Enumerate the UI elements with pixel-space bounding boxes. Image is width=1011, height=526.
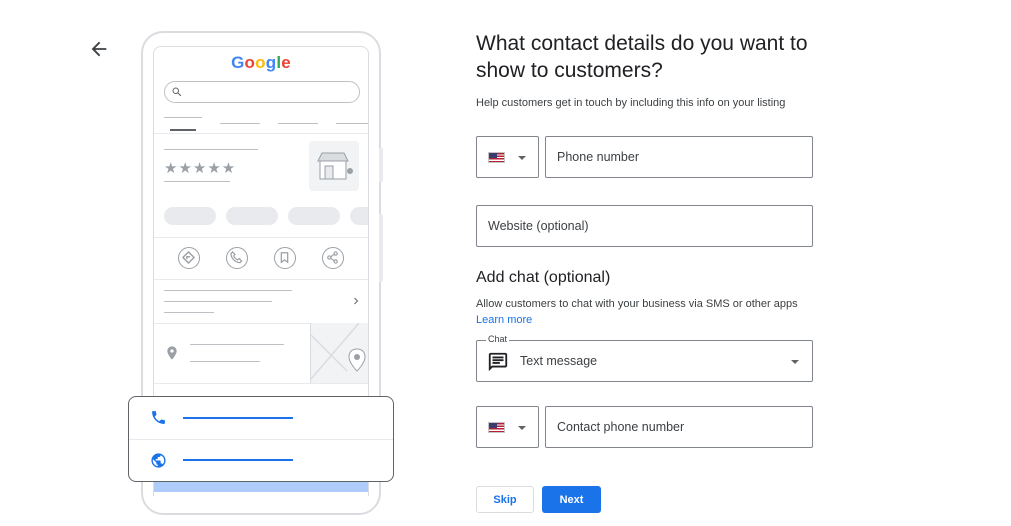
illustration-blue-bar xyxy=(154,482,368,492)
learn-more-link[interactable]: Learn more xyxy=(476,314,532,326)
contact-country-code-select[interactable] xyxy=(476,406,539,448)
us-flag-icon xyxy=(488,152,505,163)
map-thumbnail xyxy=(310,322,368,383)
message-icon xyxy=(488,352,508,372)
chevron-down-icon xyxy=(518,156,526,160)
phone-number-field[interactable]: Phone number xyxy=(545,136,813,178)
rating-stars: ★★★★★ xyxy=(164,160,237,177)
page-subtitle: Help customers get in touch by including… xyxy=(476,97,786,109)
bookmark-icon xyxy=(274,247,296,269)
website-field[interactable]: Website (optional) xyxy=(476,205,813,247)
directions-icon xyxy=(178,247,200,269)
chevron-right-icon xyxy=(354,297,359,305)
chat-type-select[interactable]: Chat Text message xyxy=(476,334,813,382)
globe-icon xyxy=(151,453,166,468)
phone-side-button xyxy=(379,214,383,282)
phone-icon xyxy=(152,411,165,424)
next-button[interactable]: Next xyxy=(542,486,601,513)
country-code-select[interactable] xyxy=(476,136,539,178)
phone-icon xyxy=(226,247,248,269)
phone-side-button xyxy=(379,148,383,182)
chat-section-description: Allow customers to chat with your busine… xyxy=(476,298,798,310)
location-pin-icon xyxy=(167,346,177,360)
us-flag-icon xyxy=(488,422,505,433)
chat-section-heading: Add chat (optional) xyxy=(476,269,611,286)
contact-card-illustration xyxy=(128,396,394,482)
page-title: What contact details do you want to show… xyxy=(476,32,808,82)
storefront-icon xyxy=(309,141,359,191)
google-logo: Google xyxy=(231,53,291,72)
mini-search-bar xyxy=(164,81,360,103)
back-arrow-icon[interactable] xyxy=(88,38,110,60)
contact-phone-field[interactable]: Contact phone number xyxy=(545,406,813,448)
chat-select-label: Chat xyxy=(486,334,510,344)
skip-button[interactable]: Skip xyxy=(476,486,534,513)
chevron-down-icon xyxy=(518,426,526,430)
chevron-down-icon xyxy=(791,360,799,364)
share-icon xyxy=(322,247,344,269)
search-icon xyxy=(172,87,182,97)
